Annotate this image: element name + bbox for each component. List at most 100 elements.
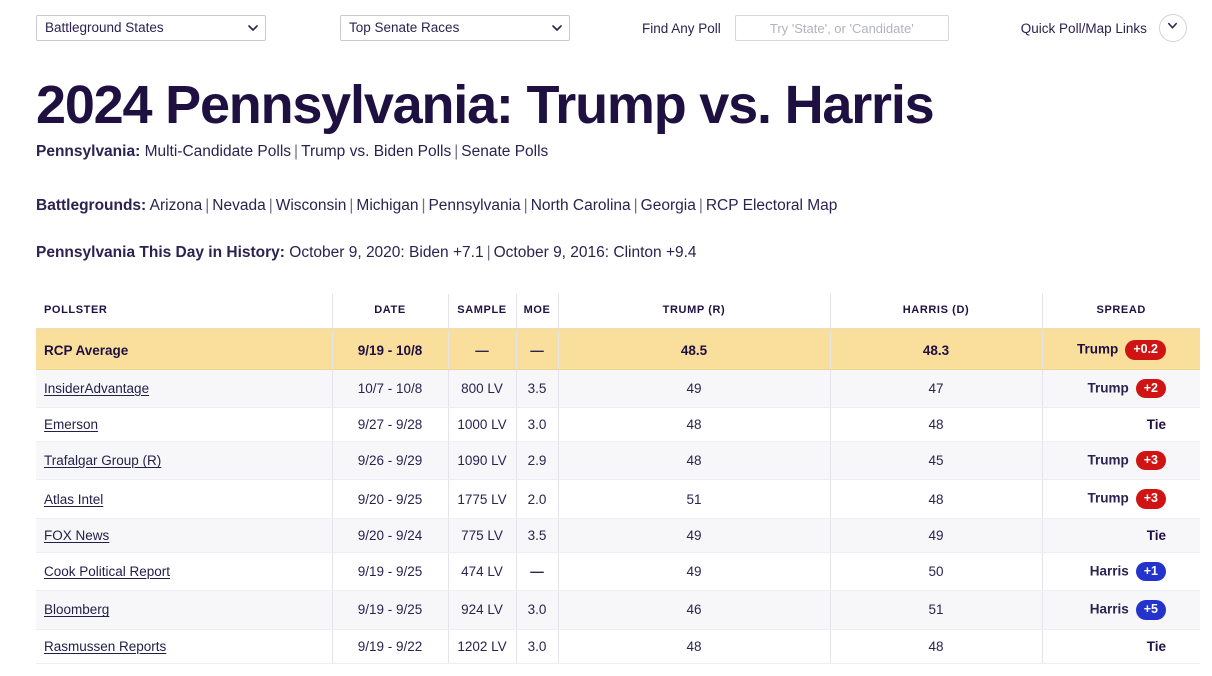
cell-spread: Tie xyxy=(1041,629,1200,664)
table-row: Rasmussen Reports 9/19 - 9/22 1202 LV 3.0 48… xyxy=(36,629,1200,664)
link-separator: | xyxy=(268,196,273,214)
cell-moe: — xyxy=(515,552,558,592)
battlegrounds-label: Battlegrounds: xyxy=(36,196,147,214)
pollster-link[interactable]: Emerson xyxy=(44,417,98,432)
column-header-harris[interactable]: Harris (D) xyxy=(829,294,1042,332)
pollster-link[interactable]: Atlas Intel xyxy=(44,492,103,507)
history-label: Pennsylvania This Day in History: xyxy=(36,244,285,262)
battleground-link-1[interactable]: Nevada xyxy=(212,197,265,214)
column-header-spread[interactable]: Spread xyxy=(1041,294,1200,332)
cell-harris: 48 xyxy=(829,479,1042,519)
expand-toolbar-button[interactable] xyxy=(1158,14,1187,42)
link-separator: | xyxy=(294,142,299,160)
battleground-link-4[interactable]: Pennsylvania xyxy=(428,197,520,214)
cell-harris: 48.3 xyxy=(829,329,1042,370)
cell-trump: 48 xyxy=(557,441,830,481)
link-separator: | xyxy=(698,196,703,214)
state-poll-link-0[interactable]: Multi-Candidate Polls xyxy=(145,143,291,160)
cell-date: 9/26 - 9/29 xyxy=(331,441,448,481)
column-header-trump[interactable]: Trump (R) xyxy=(557,294,830,332)
cell-sample: 924 LV xyxy=(447,590,516,630)
cell-sample: 474 LV xyxy=(447,552,516,592)
battleground-link-6[interactable]: Georgia xyxy=(641,197,696,214)
battleground-link-2[interactable]: Wisconsin xyxy=(276,197,347,214)
pollster-link[interactable]: Bloomberg xyxy=(44,602,109,617)
em-dash: — xyxy=(530,564,544,580)
cell-harris: 50 xyxy=(829,552,1042,592)
pollster-link[interactable]: Cook Political Report xyxy=(44,564,170,579)
pollster-link[interactable]: Rasmussen Reports xyxy=(44,639,166,654)
cell-spread: Tie xyxy=(1041,518,1200,553)
cell-pollster: Cook Political Report xyxy=(36,552,332,592)
spread-leader-label: Trump xyxy=(1087,452,1129,468)
cell-moe: 3.5 xyxy=(515,369,558,409)
cell-sample: 1090 LV xyxy=(447,441,516,481)
cell-date: 9/19 - 9/25 xyxy=(331,552,448,592)
cell-pollster: Trafalgar Group (R) xyxy=(36,441,332,481)
column-header-sample[interactable]: Sample xyxy=(447,294,516,332)
table-row: Emerson 9/27 - 9/28 1000 LV 3.0 48 48 Tie xyxy=(36,407,1200,443)
battleground-link-5[interactable]: North Carolina xyxy=(531,197,631,214)
battleground-links: Battlegrounds: Arizona | Nevada | Wisconsin |… xyxy=(36,194,1176,217)
column-header-moe[interactable]: MOE xyxy=(515,294,558,332)
history-link-1[interactable]: October 9, 2016: Clinton +9.4 xyxy=(494,244,697,261)
spread-leader-label: Harris xyxy=(1089,563,1129,579)
state-links-label: Pennsylvania: xyxy=(36,142,141,160)
state-poll-links: Pennsylvania: Multi-Candidate Polls | Trum… xyxy=(36,140,1176,163)
column-header-pollster[interactable]: Pollster xyxy=(36,294,332,332)
column-header-date[interactable]: Date xyxy=(331,294,448,332)
link-separator: | xyxy=(421,196,426,214)
spread-tie-label: Tie xyxy=(1146,638,1166,654)
cell-trump: 48 xyxy=(557,629,830,664)
spread-margin-badge: +3 xyxy=(1135,451,1166,471)
em-dash: — xyxy=(475,342,489,358)
state-select-wrapper[interactable]: Battleground States xyxy=(36,15,266,41)
cell-pollster: InsiderAdvantage xyxy=(36,369,332,409)
cell-date: 9/27 - 9/28 xyxy=(331,407,448,443)
cell-spread: Trump +0.2 xyxy=(1041,329,1200,370)
cell-spread: Tie xyxy=(1041,407,1200,443)
battleground-link-3[interactable]: Michigan xyxy=(356,197,418,214)
spread-leader-label: Trump xyxy=(1077,341,1119,357)
spread-leader-label: Harris xyxy=(1089,601,1129,617)
table-row: Bloomberg 9/19 - 9/25 924 LV 3.0 46 51 Harris +… xyxy=(36,590,1200,630)
cell-date: 9/19 - 9/25 xyxy=(331,590,448,630)
chevron-down-icon xyxy=(1166,19,1179,37)
state-poll-link-2[interactable]: Senate Polls xyxy=(461,143,548,160)
cell-trump: 46 xyxy=(557,590,830,630)
link-separator: | xyxy=(486,244,491,262)
cell-moe: 2.0 xyxy=(515,479,558,519)
cell-sample: 775 LV xyxy=(447,518,516,553)
cell-pollster: RCP Average xyxy=(36,329,332,370)
cell-trump: 49 xyxy=(557,552,830,592)
battleground-link-7[interactable]: RCP Electoral Map xyxy=(706,197,838,214)
table-row: FOX News 9/20 - 9/24 775 LV 3.5 49 49 Tie xyxy=(36,518,1200,553)
cell-spread: Trump +3 xyxy=(1041,479,1200,519)
cell-trump: 51 xyxy=(557,479,830,519)
cell-pollster: Bloomberg xyxy=(36,590,332,630)
table-body: RCP Average 9/19 - 10/8 — — 48.5 48.3 Trump +0.… xyxy=(36,329,1200,664)
cell-spread: Trump +2 xyxy=(1041,369,1200,409)
cell-trump: 48 xyxy=(557,407,830,443)
cell-date: 9/19 - 10/8 xyxy=(331,329,448,370)
state-select[interactable]: Battleground States xyxy=(36,15,266,41)
cell-date: 10/7 - 10/8 xyxy=(331,369,448,409)
search-input[interactable] xyxy=(734,15,949,41)
race-select-wrapper[interactable]: Top Senate Races xyxy=(340,15,570,41)
cell-harris: 49 xyxy=(829,518,1042,553)
spread-margin-badge: +1 xyxy=(1135,561,1166,582)
state-poll-link-1[interactable]: Trump vs. Biden Polls xyxy=(301,143,451,160)
cell-harris: 51 xyxy=(829,590,1042,630)
cell-moe: 3.5 xyxy=(515,518,558,553)
cell-harris: 48 xyxy=(829,629,1042,664)
pollster-link[interactable]: InsiderAdvantage xyxy=(44,381,149,396)
pollster-link[interactable]: Trafalgar Group (R) xyxy=(44,453,161,468)
quick-poll-map-links-label[interactable]: Quick Poll/Map Links xyxy=(1021,21,1147,36)
pollster-link[interactable]: FOX News xyxy=(44,528,109,543)
race-select[interactable]: Top Senate Races xyxy=(340,15,570,41)
cell-harris: 45 xyxy=(829,441,1042,481)
battleground-link-0[interactable]: Arizona xyxy=(150,197,203,214)
em-dash: — xyxy=(530,342,544,358)
history-link-0[interactable]: October 9, 2020: Biden +7.1 xyxy=(289,244,483,261)
utility-toolbar: Battleground States Top Senate Races Fin… xyxy=(0,0,1212,56)
